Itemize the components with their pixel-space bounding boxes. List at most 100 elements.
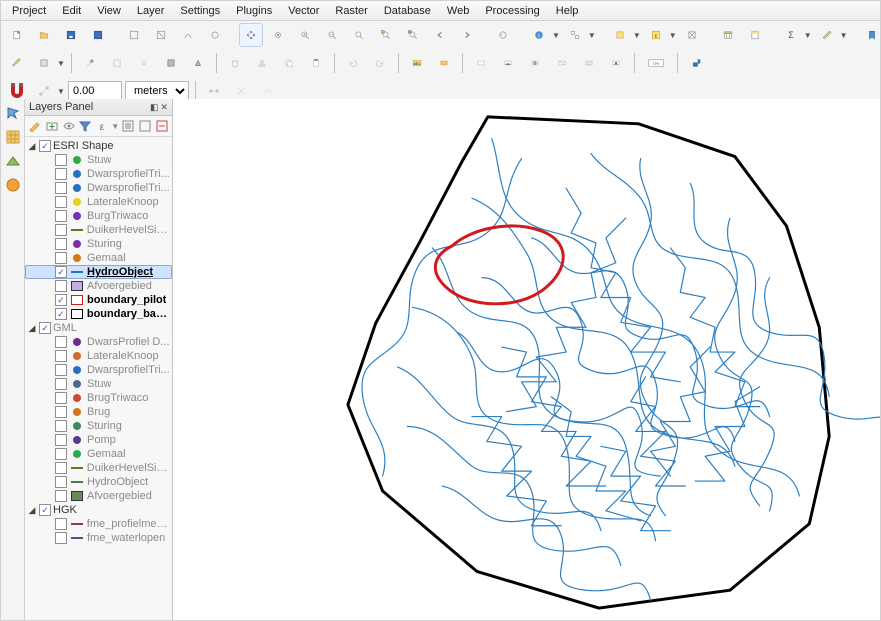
layer-item[interactable]: LateraleKnoop bbox=[25, 195, 172, 209]
add-feature-button[interactable] bbox=[78, 51, 102, 75]
expand-all-button[interactable] bbox=[121, 118, 136, 134]
edit-tool-button[interactable] bbox=[132, 51, 156, 75]
field-calculator-button[interactable] bbox=[743, 23, 767, 47]
zoom-next-button[interactable] bbox=[455, 23, 479, 47]
layer-checkbox[interactable] bbox=[55, 490, 67, 502]
expand-icon[interactable]: ◢ bbox=[27, 505, 37, 516]
layer-item[interactable]: Sturing bbox=[25, 419, 172, 433]
panel-float-icon[interactable]: ◧ bbox=[150, 102, 159, 113]
new-project-button[interactable] bbox=[5, 23, 29, 47]
layer-item[interactable]: Afvoergebied bbox=[25, 279, 172, 293]
menu-plugins[interactable]: Plugins bbox=[229, 4, 279, 18]
identify-button[interactable]: i bbox=[527, 23, 551, 47]
save-edits-button[interactable] bbox=[32, 51, 56, 75]
select-by-expression-button[interactable]: ε bbox=[644, 23, 668, 47]
layer-checkbox[interactable] bbox=[39, 504, 51, 516]
snap-unit-select[interactable]: meters bbox=[125, 81, 189, 101]
layer-checkbox[interactable] bbox=[55, 392, 67, 404]
layer-checkbox[interactable] bbox=[55, 420, 67, 432]
layer-item[interactable]: Stuw bbox=[25, 153, 172, 167]
layer-checkbox[interactable] bbox=[55, 378, 67, 390]
layer-item[interactable]: Brug bbox=[25, 405, 172, 419]
layer-checkbox[interactable] bbox=[55, 308, 67, 320]
dropdown-arrow-icon[interactable]: ▼ bbox=[57, 87, 65, 96]
layer-item[interactable]: DwarsprofielTri... bbox=[25, 363, 172, 377]
layer-checkbox[interactable] bbox=[55, 224, 67, 236]
layer-group[interactable]: ◢HGK bbox=[25, 503, 172, 517]
layer-checkbox[interactable] bbox=[55, 252, 67, 264]
csw-button[interactable]: csw bbox=[641, 51, 671, 75]
map-canvas[interactable] bbox=[173, 99, 880, 620]
save-project-button[interactable] bbox=[59, 23, 83, 47]
menu-settings[interactable]: Settings bbox=[173, 4, 227, 18]
labeling-button[interactable]: abc bbox=[405, 51, 429, 75]
menu-database[interactable]: Database bbox=[377, 4, 438, 18]
filter-button[interactable] bbox=[78, 118, 93, 134]
add-raster-layer-button[interactable] bbox=[3, 127, 23, 147]
sigma-button[interactable]: Σ bbox=[779, 23, 803, 47]
layer-item[interactable]: fme_profielmee... bbox=[25, 517, 172, 531]
toolbar-button[interactable] bbox=[563, 23, 587, 47]
add-mesh-layer-button[interactable] bbox=[3, 151, 23, 171]
layer-item[interactable]: BrugTriwaco bbox=[25, 391, 172, 405]
menu-raster[interactable]: Raster bbox=[328, 4, 374, 18]
label-tool-button[interactable] bbox=[469, 51, 493, 75]
layer-checkbox[interactable] bbox=[55, 238, 67, 250]
menu-processing[interactable]: Processing bbox=[478, 4, 546, 18]
save-as-button[interactable]: + bbox=[86, 23, 110, 47]
layer-checkbox[interactable] bbox=[55, 266, 67, 278]
layer-checkbox[interactable] bbox=[55, 336, 67, 348]
layer-item[interactable]: fme_waterlopen bbox=[25, 531, 172, 545]
layer-checkbox[interactable] bbox=[55, 448, 67, 460]
layer-checkbox[interactable] bbox=[55, 196, 67, 208]
zoom-to-selection-button[interactable] bbox=[401, 23, 425, 47]
paste-button[interactable] bbox=[304, 51, 328, 75]
expand-icon[interactable]: ◢ bbox=[27, 323, 37, 334]
copy-button[interactable] bbox=[277, 51, 301, 75]
zoom-to-layer-button[interactable] bbox=[374, 23, 398, 47]
snap-tolerance-input[interactable] bbox=[68, 81, 122, 101]
python-console-button[interactable] bbox=[684, 51, 708, 75]
pan-button[interactable] bbox=[239, 23, 263, 47]
layer-item[interactable]: DuikerHevelSifon bbox=[25, 223, 172, 237]
bookmarks-button[interactable] bbox=[860, 23, 881, 47]
zoom-full-button[interactable] bbox=[347, 23, 371, 47]
layer-item[interactable]: Gemaal bbox=[25, 251, 172, 265]
select-button[interactable] bbox=[608, 23, 632, 47]
toggle-editing-button[interactable] bbox=[5, 51, 29, 75]
add-vector-layer-button[interactable] bbox=[3, 103, 23, 123]
edit-tool-button[interactable] bbox=[105, 51, 129, 75]
label-tool-button[interactable] bbox=[432, 51, 456, 75]
dropdown-arrow-icon[interactable]: ▼ bbox=[552, 31, 560, 40]
menu-project[interactable]: Project bbox=[5, 4, 53, 18]
pan-to-selection-button[interactable] bbox=[266, 23, 290, 47]
label-tool-button[interactable] bbox=[577, 51, 601, 75]
layer-item[interactable]: Sturing bbox=[25, 237, 172, 251]
layer-checkbox[interactable] bbox=[55, 182, 67, 194]
layer-checkbox[interactable] bbox=[55, 210, 67, 222]
visibility-button[interactable] bbox=[61, 118, 76, 134]
layer-group[interactable]: ◢ESRI Shape bbox=[25, 139, 172, 153]
menu-layer[interactable]: Layer bbox=[130, 4, 172, 18]
layer-checkbox[interactable] bbox=[55, 518, 67, 530]
layer-item[interactable]: Gemaal bbox=[25, 447, 172, 461]
menu-help[interactable]: Help bbox=[549, 4, 586, 18]
layer-style-button[interactable] bbox=[28, 118, 43, 134]
panel-close-icon[interactable]: ✕ bbox=[160, 102, 168, 113]
layer-tree[interactable]: ◢ESRI ShapeStuwDwarsprofielTri...Dwarspr… bbox=[25, 137, 172, 620]
edit-tool-button[interactable] bbox=[186, 51, 210, 75]
toolbar-button[interactable] bbox=[122, 23, 146, 47]
label-tool-button[interactable] bbox=[523, 51, 547, 75]
layer-group[interactable]: ◢GML bbox=[25, 321, 172, 335]
measure-button[interactable] bbox=[815, 23, 839, 47]
layer-item[interactable]: DuikerHevelSifon bbox=[25, 461, 172, 475]
layer-item[interactable]: Afvoergebied bbox=[25, 489, 172, 503]
label-tool-button[interactable] bbox=[496, 51, 520, 75]
dropdown-arrow-icon[interactable]: ▼ bbox=[588, 31, 596, 40]
layer-checkbox[interactable] bbox=[39, 140, 51, 152]
refresh-button[interactable] bbox=[491, 23, 515, 47]
zoom-last-button[interactable] bbox=[428, 23, 452, 47]
menu-web[interactable]: Web bbox=[440, 4, 476, 18]
undo-button[interactable] bbox=[341, 51, 365, 75]
layer-checkbox[interactable] bbox=[55, 168, 67, 180]
